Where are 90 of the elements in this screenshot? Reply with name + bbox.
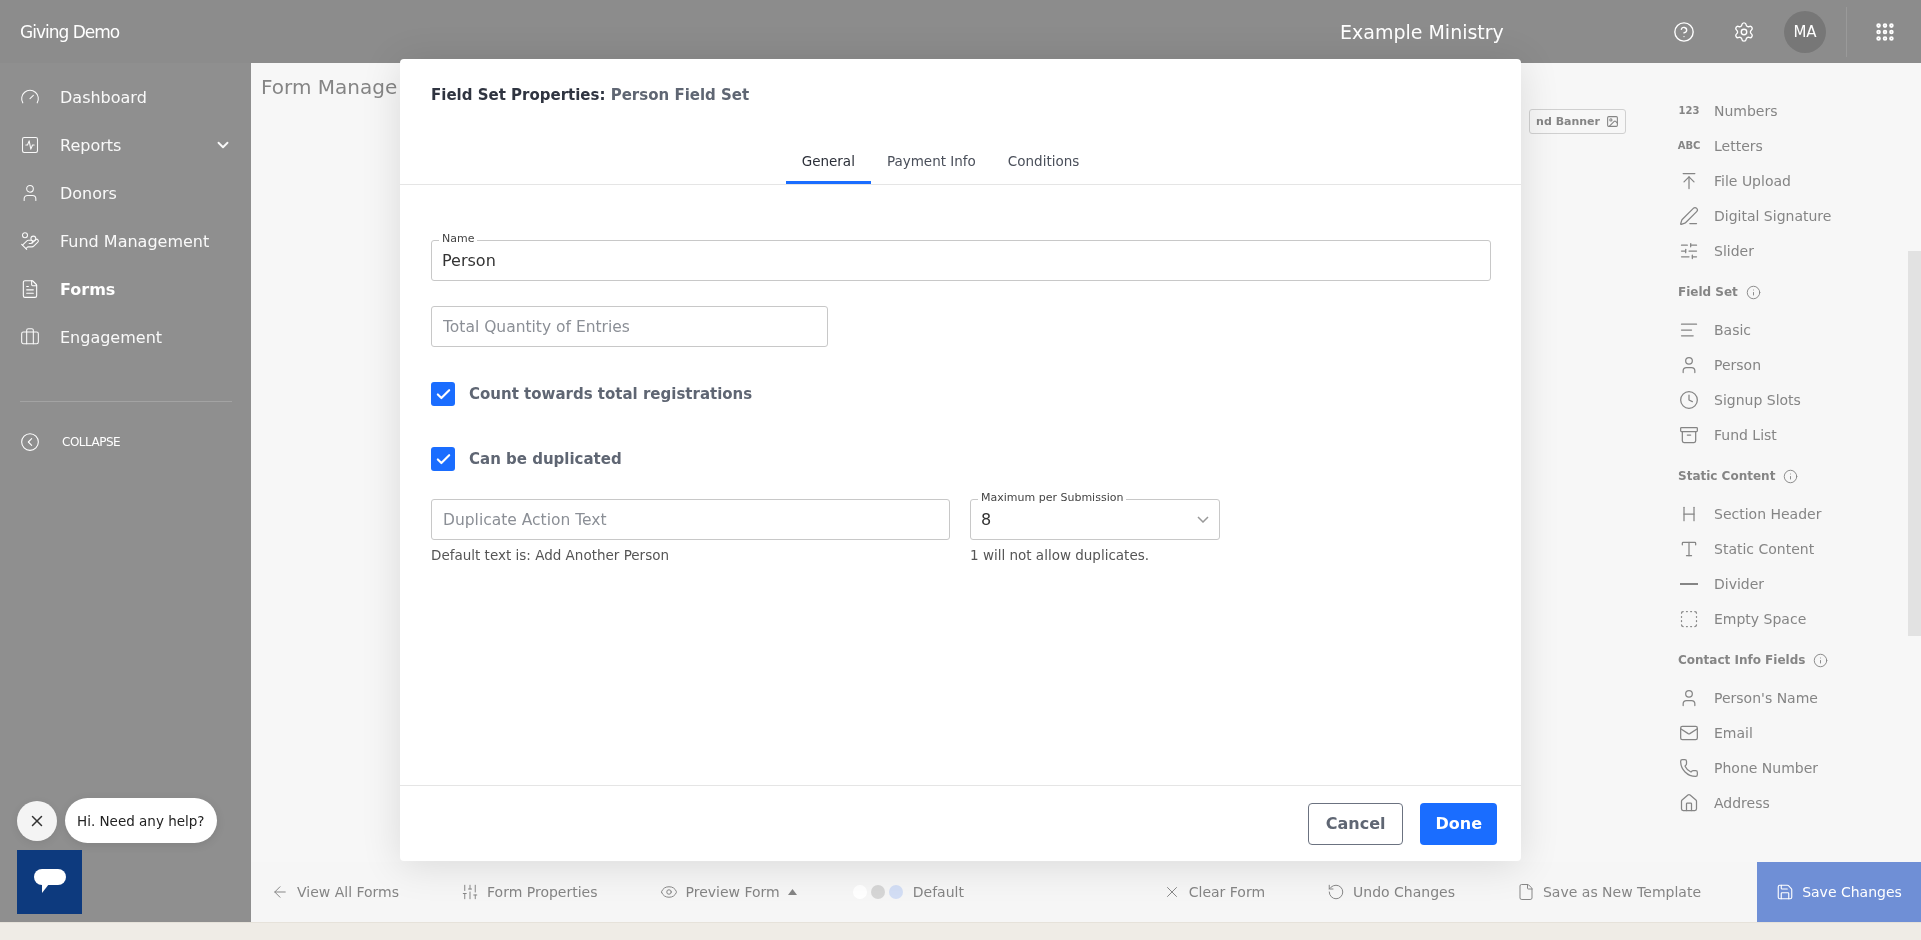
help-text: 1 will not allow duplicates.	[970, 547, 1151, 563]
glyph-icon: 123	[1678, 105, 1700, 116]
toolbar-icon	[461, 883, 480, 901]
section-heading: Field Set	[1678, 285, 1738, 299]
checkbox-label: Count towards total registrations	[469, 385, 753, 403]
caret-icon	[787, 889, 797, 895]
glyph-icon: ABC	[1678, 140, 1700, 151]
palette-icon	[1679, 792, 1699, 813]
palette-item[interactable]: Phone Number	[1714, 759, 1819, 776]
toolbar-button[interactable]: Undo Changes	[1321, 882, 1461, 902]
palette-icon	[1679, 205, 1699, 226]
checkbox[interactable]	[431, 447, 455, 471]
image-icon	[1606, 115, 1619, 128]
palette-item[interactable]: Divider	[1714, 575, 1765, 592]
help-icon[interactable]	[1673, 20, 1695, 43]
sidebar-icon	[20, 231, 40, 251]
help-text: Default text is: Add Another Person	[431, 547, 671, 563]
banner-button[interactable]: nd Banner	[1529, 109, 1626, 134]
line-icon	[1680, 582, 1698, 585]
info-icon[interactable]	[1745, 284, 1761, 300]
duplicate-text-field[interactable]: Duplicate Action Text	[431, 499, 950, 540]
checkbox-label: Can be duplicated	[469, 450, 622, 468]
toolbar-button[interactable]: Preview Form	[653, 882, 803, 902]
checkbox[interactable]	[431, 382, 455, 406]
toolbar-button[interactable]: Clear Form	[1156, 882, 1272, 902]
settings-icon[interactable]	[1733, 20, 1755, 43]
palette-item[interactable]: Email	[1714, 724, 1753, 741]
chat-message: Hi. Need any help?	[65, 798, 217, 843]
theme-swatch[interactable]	[888, 885, 903, 899]
done-button[interactable]: Done	[1420, 802, 1497, 845]
page-title: Form Manage	[261, 75, 398, 99]
sidebar-icon	[20, 327, 40, 347]
info-icon[interactable]	[1813, 652, 1829, 668]
palette-icon	[1679, 389, 1699, 410]
sidebar-item[interactable]: Fund Management	[20, 217, 232, 265]
organization-name: Example Ministry	[1340, 20, 1505, 43]
palette-icon	[1679, 757, 1699, 778]
palette-icon	[1679, 424, 1699, 445]
toolbar-icon	[271, 883, 289, 901]
palette-item[interactable]: Empty Space	[1714, 610, 1807, 627]
tab[interactable]: Payment Info	[870, 141, 992, 184]
sidebar-item[interactable]: Engagement	[20, 313, 232, 361]
sidebar-icon	[20, 135, 40, 155]
toolbar-icon	[1327, 883, 1346, 901]
palette-icon	[1679, 240, 1699, 261]
maximum-select[interactable]: Maximum per Submission 8	[970, 490, 1220, 540]
chevron-left-icon	[20, 432, 40, 452]
modal-title: Field Set Properties: Person Field Set	[431, 86, 750, 104]
palette-item[interactable]: Person's Name	[1714, 689, 1818, 706]
toolbar-button[interactable]: Save as New Template	[1511, 882, 1707, 902]
sidebar-item[interactable]: Donors	[20, 169, 232, 217]
brand-logo[interactable]: Giving Demo	[20, 21, 1340, 42]
save-icon	[1776, 883, 1795, 901]
sidebar-item[interactable]: Forms	[20, 265, 232, 313]
palette-item[interactable]: Person	[1714, 356, 1762, 373]
palette-item[interactable]: Numbers	[1714, 102, 1778, 119]
tab[interactable]: Conditions	[991, 141, 1096, 184]
toolbar-button[interactable]: Form Properties	[455, 882, 604, 902]
toolbar-icon	[659, 883, 678, 901]
palette-item[interactable]: Section Header	[1714, 505, 1822, 522]
quantity-field[interactable]: Total Quantity of Entries	[431, 306, 828, 347]
tab[interactable]: General	[785, 141, 871, 184]
palette-icon	[1679, 608, 1699, 629]
palette-item[interactable]: Static Content	[1714, 540, 1815, 557]
section-heading: Contact Info Fields	[1678, 653, 1806, 667]
collapse-button[interactable]: COLLAPSE	[20, 432, 160, 452]
toolbar-button[interactable]: View All Forms	[265, 882, 406, 902]
toolbar-icon	[1517, 883, 1535, 901]
sidebar-item[interactable]: Dashboard	[20, 73, 232, 121]
user-avatar[interactable]: MA	[1784, 10, 1826, 53]
palette-item[interactable]: Slider	[1714, 242, 1754, 259]
cancel-button[interactable]: Cancel	[1307, 802, 1404, 845]
palette-item[interactable]: Letters	[1714, 137, 1763, 154]
section-heading: Static Content	[1678, 469, 1776, 483]
sidebar-icon	[20, 279, 40, 299]
palette-item[interactable]: Address	[1714, 794, 1770, 811]
name-field[interactable]: Name Person	[431, 231, 1491, 281]
info-icon[interactable]	[1783, 468, 1799, 484]
palette-item[interactable]: Fund List	[1714, 426, 1777, 443]
theme-label: Default	[912, 884, 965, 900]
apps-grid-icon[interactable]	[1874, 20, 1896, 43]
theme-swatch[interactable]	[870, 885, 885, 899]
chat-button[interactable]	[17, 850, 82, 914]
palette-item[interactable]: Signup Slots	[1714, 391, 1801, 408]
palette-item[interactable]: File Upload	[1714, 172, 1791, 189]
palette-item[interactable]: Basic	[1714, 321, 1752, 338]
chevron-down-icon	[1197, 516, 1209, 523]
save-changes-button[interactable]: Save Changes	[1757, 862, 1921, 922]
sidebar-item[interactable]: Reports	[20, 121, 232, 169]
palette-item[interactable]: Digital Signature	[1714, 207, 1832, 224]
